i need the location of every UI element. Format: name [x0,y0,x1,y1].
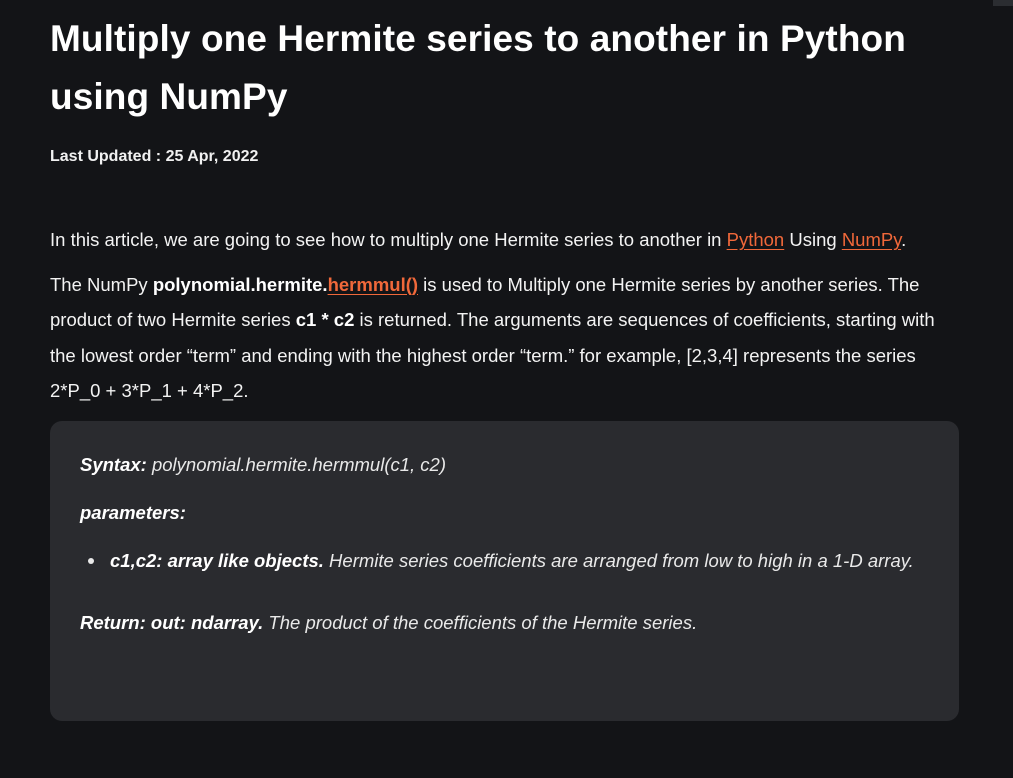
python-link[interactable]: Python [727,229,785,250]
numpy-link[interactable]: NumPy [842,229,901,250]
syntax-row: Syntax: polynomial.hermite.hermmul(c1, c… [80,449,929,481]
last-updated: Last Updated : 25 Apr, 2022 [50,148,963,166]
parameters-label: parameters: [80,501,186,523]
parameters-list: c1,c2: array like objects. Hermite serie… [80,545,929,577]
intro-paragraph: In this article, we are going to see how… [50,222,963,258]
bullet-icon [88,557,94,564]
article-page: Multiply one Hermite series to another i… [0,0,1013,778]
intro-text-before: In this article, we are going to see how… [50,229,727,250]
return-label: Return: out: ndarray. [80,611,264,633]
return-description: The product of the coefficients of the H… [263,611,698,633]
page-title: Multiply one Hermite series to another i… [50,18,906,117]
return-row: Return: out: ndarray. The product of the… [80,607,929,639]
description-bold-product: c1 * c2 [295,309,355,330]
description-text-1: The NumPy [50,273,153,295]
param-description: Hermite series coefficients are arranged… [323,549,914,571]
last-updated-date: 25 Apr, 2022 [165,148,259,165]
description-bold-module: polynomial.hermite. [152,273,328,295]
top-edge-strip [993,0,1013,6]
last-updated-label: Last Updated : [50,148,162,165]
intro-text-middle: Using [784,229,842,250]
syntax-box: Syntax: polynomial.hermite.hermmul(c1, c… [50,420,959,721]
list-item: c1,c2: array like objects. Hermite serie… [88,545,929,577]
syntax-label: Syntax: [80,453,147,475]
description-paragraph: The NumPy polynomial.hermite.hermmul() i… [50,267,963,409]
param-name: c1,c2: array like objects. [110,549,324,571]
parameters-row: parameters: [80,497,929,529]
article-body: In this article, we are going to see how… [50,222,963,409]
syntax-value: polynomial.hermite.hermmul(c1, c2) [146,453,447,475]
intro-text-after: . [901,229,907,250]
hermmul-link[interactable]: hermmul() [328,274,418,295]
